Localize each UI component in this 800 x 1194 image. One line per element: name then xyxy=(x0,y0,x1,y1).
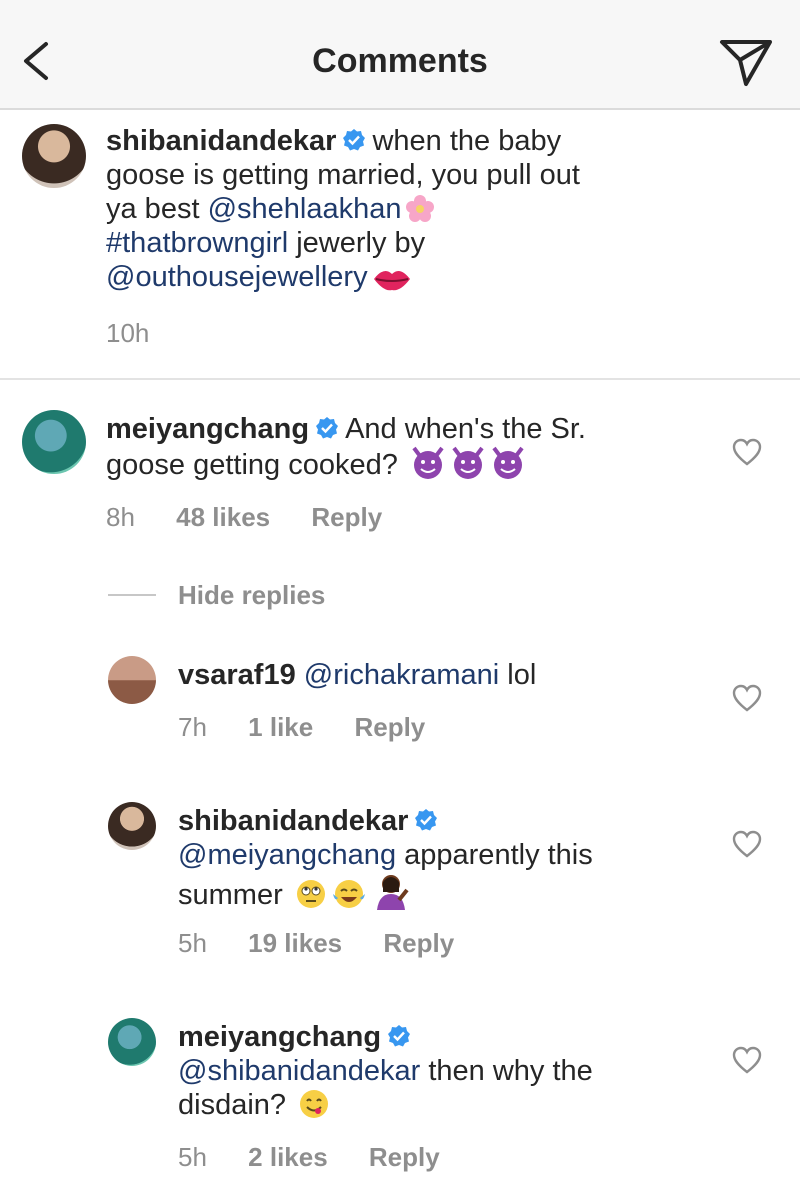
verified-badge-icon xyxy=(316,417,339,439)
reply-text: shibanidandekar @meiyangchang apparently… xyxy=(178,804,718,912)
reply-line-1: apparently this xyxy=(404,839,593,871)
avatar[interactable] xyxy=(108,656,156,704)
caption-line-3: ya best xyxy=(106,193,200,225)
comment-text: meiyangchang And when's the Sr. goose get… xyxy=(106,412,686,482)
person-gesturing-emoji-icon xyxy=(376,875,409,910)
like-heart-icon[interactable] xyxy=(732,438,762,466)
reply-button[interactable]: Reply xyxy=(369,1142,440,1172)
verified-badge-icon xyxy=(388,1025,411,1047)
reply-username[interactable]: shibanidandekar xyxy=(178,805,408,837)
hide-replies-line xyxy=(108,594,156,596)
page-title: Comments xyxy=(312,42,488,80)
reply-meta: 5h 2 likes Reply xyxy=(178,1142,440,1173)
blossom-emoji-icon xyxy=(406,195,435,222)
like-heart-icon[interactable] xyxy=(732,684,762,712)
likes-count[interactable]: 19 likes xyxy=(248,928,342,958)
caption-line-2: goose is getting married, you pull out xyxy=(106,159,580,191)
likes-count[interactable]: 48 likes xyxy=(176,502,270,532)
like-heart-icon[interactable] xyxy=(732,1046,762,1074)
avatar[interactable] xyxy=(22,124,86,188)
reply-username[interactable]: vsaraf19 xyxy=(178,659,296,691)
avatar[interactable] xyxy=(22,410,86,474)
tears-of-joy-emoji-icon xyxy=(332,880,365,908)
direct-send-icon[interactable] xyxy=(718,36,774,88)
comment-line-1: And when's the Sr. xyxy=(345,413,586,445)
hide-replies-button[interactable]: Hide replies xyxy=(178,580,325,611)
devil-emoji-icon xyxy=(492,446,524,479)
mention-link[interactable]: @meiyangchang xyxy=(178,839,396,871)
comment-timestamp: 8h xyxy=(106,502,135,532)
reply-text: meiyangchang @shibanidandekar then why t… xyxy=(178,1020,718,1122)
reply-meta: 7h 1 like Reply xyxy=(178,712,425,743)
reply-meta: 5h 19 likes Reply xyxy=(178,928,454,959)
comment-meta: 8h 48 likes Reply xyxy=(106,502,382,533)
mention-link[interactable]: @richakramani xyxy=(304,659,499,691)
reply-timestamp: 7h xyxy=(178,712,207,742)
hashtag-link[interactable]: #thatbrowngirl xyxy=(106,227,288,259)
devil-emoji-icon xyxy=(452,446,484,479)
caption-timestamp: 10h xyxy=(106,318,150,348)
yum-face-emoji-icon xyxy=(300,1090,329,1118)
verified-badge-icon xyxy=(343,129,366,151)
likes-count[interactable]: 2 likes xyxy=(248,1142,328,1172)
likes-count[interactable]: 1 like xyxy=(248,712,313,742)
mention-link[interactable]: @outhousejewellery xyxy=(106,261,368,293)
avatar[interactable] xyxy=(108,802,156,850)
verified-badge-icon xyxy=(415,809,438,831)
mention-link[interactable]: @shibanidandekar xyxy=(178,1055,420,1087)
mention-link[interactable]: @shehlaakhan xyxy=(208,193,402,225)
reply-timestamp: 5h xyxy=(178,1142,207,1172)
caption-text: shibanidandekar when the baby goose is ge… xyxy=(106,124,666,294)
caption-username[interactable]: shibanidandekar xyxy=(106,125,336,157)
reply-line-1: then why the xyxy=(428,1055,593,1087)
reply-text: vsaraf19 @richakramani lol xyxy=(178,658,698,692)
reply-button[interactable]: Reply xyxy=(311,502,382,532)
reply-message: lol xyxy=(507,659,537,691)
comment-line-2: goose getting cooked? xyxy=(106,449,398,481)
reply-timestamp: 5h xyxy=(178,928,207,958)
comment-username[interactable]: meiyangchang xyxy=(106,413,309,445)
reply-line-2: disdain? xyxy=(178,1089,287,1121)
reply-button[interactable]: Reply xyxy=(383,928,454,958)
top-bar: Comments xyxy=(0,0,800,110)
reply-line-2: summer xyxy=(178,879,283,911)
reply-button[interactable]: Reply xyxy=(354,712,425,742)
divider xyxy=(0,378,800,380)
like-heart-icon[interactable] xyxy=(732,830,762,858)
devil-emoji-icon xyxy=(412,446,444,479)
eye-roll-emoji-icon xyxy=(296,880,325,908)
lips-emoji-icon xyxy=(373,270,410,291)
caption-line-4: jewerly by xyxy=(296,227,426,259)
avatar[interactable] xyxy=(108,1018,156,1066)
caption-line-1: when the baby xyxy=(372,125,562,157)
reply-username[interactable]: meiyangchang xyxy=(178,1021,381,1053)
